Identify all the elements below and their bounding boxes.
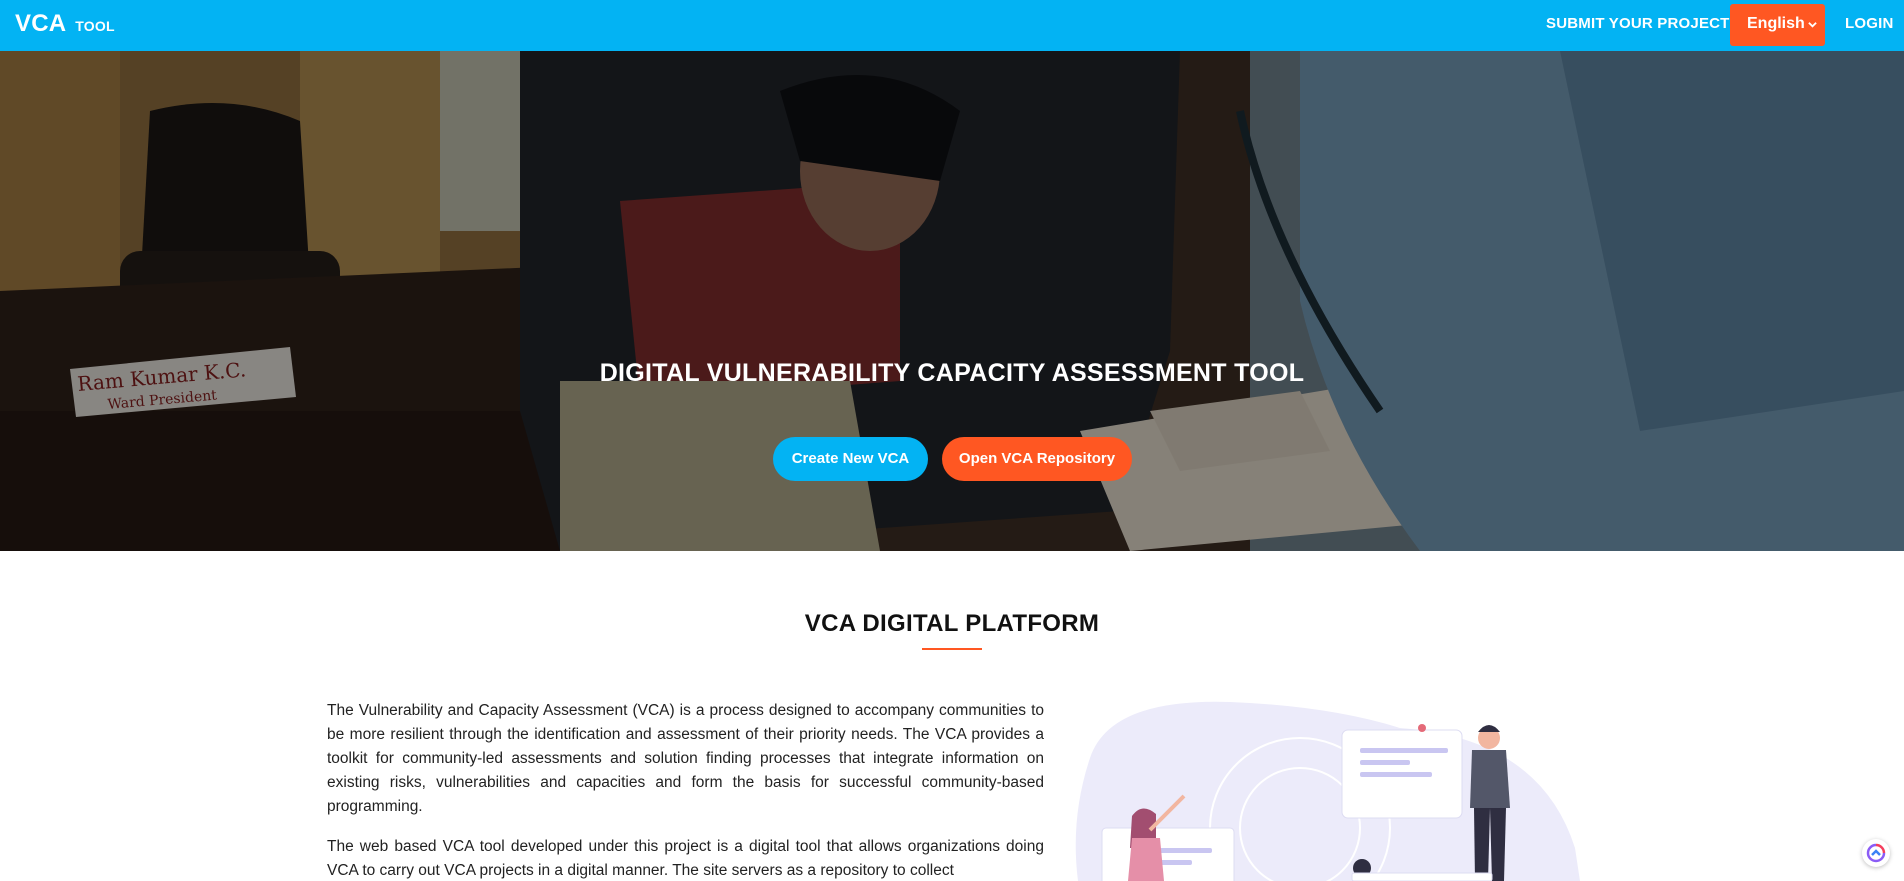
brand-logo[interactable]: VCA TOOL [15,10,115,38]
team-illustration [1070,698,1590,881]
brand-main: VCA [15,10,66,37]
hero-title: DIGITAL VULNERABILITY CAPACITY ASSESSMEN… [599,359,1305,387]
create-new-vca-button[interactable]: Create New VCA [773,437,928,481]
chat-widget-icon [1866,843,1886,863]
language-select[interactable]: English [1730,4,1825,46]
about-text: The Vulnerability and Capacity Assessmen… [327,699,1044,881]
submit-project-link[interactable]: SUBMIT YOUR PROJECT [1546,15,1730,32]
top-navbar: VCA TOOL SUBMIT YOUR PROJECT English LOG… [0,0,1904,51]
about-paragraph-2: The web based VCA tool developed under t… [327,838,1044,879]
hero-section: Ram Kumar K.C. Ward President DIGITAL VU… [0,51,1904,551]
about-paragraph-1: The Vulnerability and Capacity Assessmen… [327,702,1044,815]
chat-widget-button[interactable] [1862,839,1890,867]
brand-sub: TOOL [75,18,115,34]
title-underline [922,648,982,650]
language-selected-label: English [1747,15,1805,32]
login-link[interactable]: LOGIN [1845,15,1894,32]
open-vca-repository-button[interactable]: Open VCA Repository [942,437,1132,481]
section-title: VCA DIGITAL PLATFORM [804,610,1100,637]
chevron-down-icon [1808,22,1817,28]
